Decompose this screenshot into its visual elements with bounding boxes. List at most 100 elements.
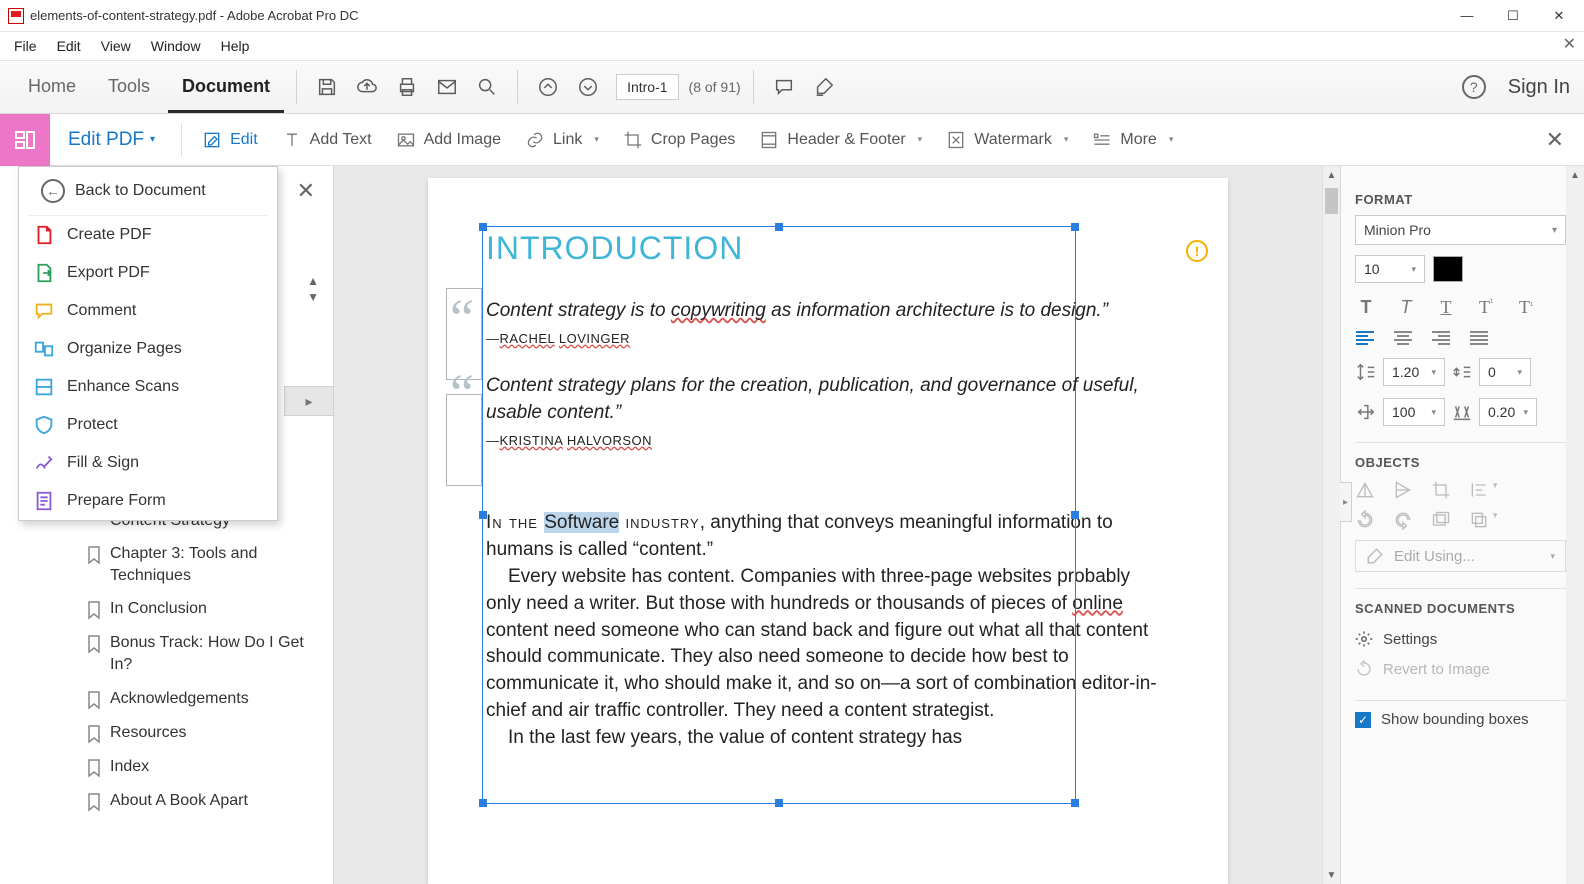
email-icon[interactable] (429, 69, 465, 105)
close-window-button[interactable]: ✕ (1536, 1, 1582, 31)
page-up-icon[interactable] (530, 69, 566, 105)
rotate-cw-icon[interactable] (1393, 510, 1413, 530)
header-footer-button[interactable]: Header & Footer (747, 130, 934, 150)
create-pdf-icon (33, 224, 55, 246)
page-label-input[interactable]: Intro-1 (616, 74, 678, 100)
bookmark-tab[interactable]: ▸ (284, 386, 334, 416)
text-align-row (1355, 330, 1566, 346)
dropdown-comment[interactable]: Comment (19, 292, 277, 330)
objects-heading: OBJECTS (1355, 455, 1566, 470)
collapse-right-panel-button[interactable]: ▸ (1340, 482, 1352, 522)
help-icon[interactable]: ? (1462, 75, 1486, 99)
line-height-input[interactable]: 1.20 (1383, 358, 1445, 386)
tab-home[interactable]: Home (14, 62, 90, 113)
edit-button[interactable]: Edit (190, 130, 270, 150)
close-edit-toolbar-button[interactable]: ✕ (1546, 127, 1564, 153)
save-icon[interactable] (309, 69, 345, 105)
link-button[interactable]: Link (513, 130, 611, 150)
pdf-page[interactable]: ! INTRODUCTION “ Content strategy is to … (428, 178, 1228, 884)
flip-vertical-icon[interactable] (1393, 480, 1413, 500)
text-style-row: T T T T¹ T₁ (1355, 297, 1566, 318)
bookmark-item[interactable]: Bonus Track: How Do I Get In? (86, 626, 321, 681)
warning-badge-icon[interactable]: ! (1186, 240, 1208, 262)
highlight-icon[interactable] (806, 69, 842, 105)
superscript-icon[interactable]: T¹ (1475, 297, 1497, 318)
watermark-button[interactable]: Watermark (934, 130, 1080, 150)
format-heading: FORMAT (1355, 192, 1566, 207)
print-icon[interactable] (389, 69, 425, 105)
crop-pages-button[interactable]: Crop Pages (611, 130, 748, 150)
dropdown-fill-sign[interactable]: Fill & Sign (19, 444, 277, 482)
menu-help[interactable]: Help (211, 34, 260, 58)
back-to-document-button[interactable]: ←Back to Document (27, 167, 269, 216)
paragraph-spacing-input[interactable]: 0 (1479, 358, 1531, 386)
tab-tools[interactable]: Tools (94, 62, 164, 113)
quote-text: Content strategy is to copywriting as in… (486, 297, 1170, 325)
arrange-icon[interactable] (1469, 510, 1489, 530)
page-down-icon[interactable] (570, 69, 606, 105)
flip-horizontal-icon[interactable] (1355, 480, 1375, 500)
separator (517, 70, 518, 104)
rotate-ccw-icon[interactable] (1355, 510, 1375, 530)
tools-dropdown: ←Back to Document Create PDF Export PDF … (18, 166, 278, 521)
bold-icon[interactable]: T (1355, 297, 1377, 318)
align-left-icon[interactable] (1355, 330, 1375, 346)
align-right-icon[interactable] (1431, 330, 1451, 346)
underline-icon[interactable]: T (1435, 297, 1457, 318)
expand-collapse-arrows[interactable]: ▲▼ (307, 274, 319, 304)
document-area[interactable]: ! INTRODUCTION “ Content strategy is to … (334, 166, 1340, 884)
scanned-settings-button[interactable]: Settings (1355, 624, 1566, 654)
search-icon[interactable] (469, 69, 505, 105)
dropdown-create-pdf[interactable]: Create PDF (19, 216, 277, 254)
dropdown-organize-pages[interactable]: Organize Pages (19, 330, 277, 368)
tab-document[interactable]: Document (168, 62, 284, 113)
bookmark-item[interactable]: Resources (86, 716, 321, 750)
dropdown-export-pdf[interactable]: Export PDF (19, 254, 277, 292)
font-color-swatch[interactable] (1433, 256, 1463, 282)
replace-image-icon[interactable] (1431, 510, 1451, 530)
align-justify-icon[interactable] (1469, 330, 1489, 346)
close-panel-button[interactable]: ✕ (297, 178, 315, 204)
char-spacing-input[interactable]: 0.20 (1479, 398, 1537, 426)
menu-edit[interactable]: Edit (47, 34, 91, 58)
align-objects-icon[interactable] (1469, 480, 1489, 500)
window-title: elements-of-content-strategy.pdf - Adobe… (30, 8, 359, 23)
cloud-upload-icon[interactable] (349, 69, 385, 105)
menu-close-button[interactable]: ✕ (1563, 34, 1576, 54)
crop-object-icon[interactable] (1431, 480, 1451, 500)
document-scrollbar[interactable]: ▲ ▼ (1322, 166, 1340, 884)
bookmark-item[interactable]: In Conclusion (86, 592, 321, 626)
bookmark-item[interactable]: Index (86, 750, 321, 784)
separator (181, 123, 182, 157)
edit-pdf-icon[interactable] (0, 114, 50, 166)
bookmark-item[interactable]: Acknowledgements (86, 682, 321, 716)
more-button[interactable]: More (1080, 130, 1185, 150)
bookmark-item[interactable]: Chapter 3: Tools and Techniques (86, 537, 321, 592)
maximize-button[interactable]: ☐ (1490, 1, 1536, 31)
show-bounding-boxes-checkbox[interactable]: ✓Show bounding boxes (1355, 711, 1566, 728)
comment-icon (33, 300, 55, 322)
minimize-button[interactable]: — (1444, 1, 1490, 31)
menu-view[interactable]: View (91, 34, 141, 58)
edit-using-dropdown[interactable]: Edit Using... ▾ (1355, 540, 1566, 572)
bookmark-item[interactable]: About A Book Apart (86, 784, 321, 818)
italic-icon[interactable]: T (1395, 297, 1417, 318)
menu-file[interactable]: File (4, 34, 47, 58)
sign-in-button[interactable]: Sign In (1508, 76, 1570, 99)
menu-window[interactable]: Window (141, 34, 211, 58)
font-size-select[interactable]: 10 (1355, 255, 1425, 283)
subscript-icon[interactable]: T₁ (1515, 297, 1537, 318)
dropdown-prepare-form[interactable]: Prepare Form (19, 482, 277, 520)
dropdown-enhance-scans[interactable]: Enhance Scans (19, 368, 277, 406)
separator (753, 70, 754, 104)
comment-bubble-icon[interactable] (766, 69, 802, 105)
right-panel-scrollbar[interactable]: ▲ (1566, 166, 1584, 884)
add-image-button[interactable]: Add Image (384, 130, 513, 150)
paragraph-spacing-icon (1451, 361, 1473, 383)
dropdown-protect[interactable]: Protect (19, 406, 277, 444)
align-center-icon[interactable] (1393, 330, 1413, 346)
edit-pdf-dropdown[interactable]: Edit PDF (50, 129, 173, 151)
add-text-button[interactable]: Add Text (270, 130, 384, 150)
font-family-select[interactable]: Minion Pro (1355, 215, 1566, 245)
horizontal-scale-input[interactable]: 100 (1383, 398, 1445, 426)
